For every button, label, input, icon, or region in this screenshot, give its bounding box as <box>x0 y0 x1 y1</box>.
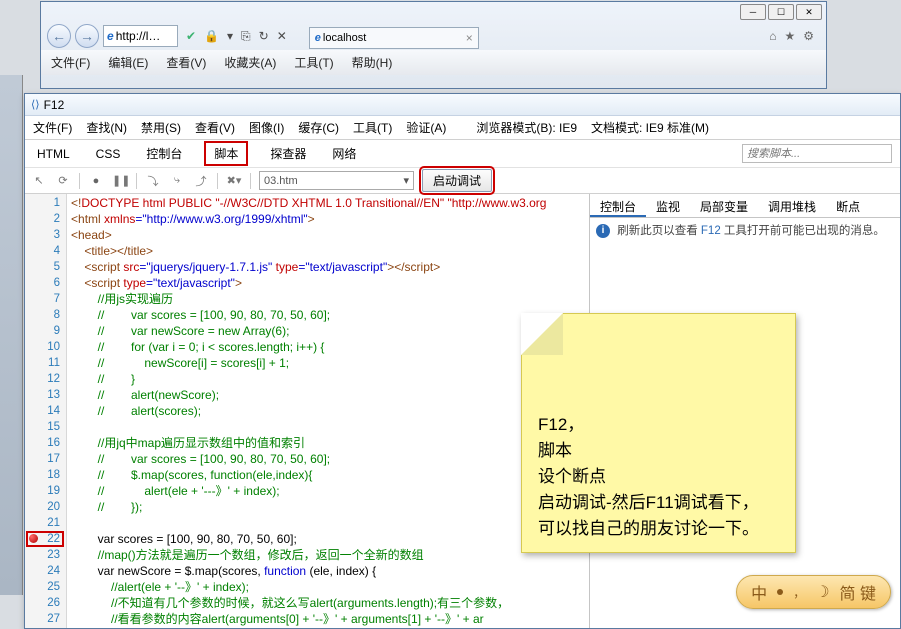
dt-menu-tools[interactable]: 工具(T) <box>353 119 392 136</box>
separator <box>79 173 80 189</box>
favorites-icon[interactable]: ★ <box>784 29 795 43</box>
dt-menu-image[interactable]: 图像(I) <box>249 119 284 136</box>
select-element-icon[interactable]: ↖ <box>31 174 47 187</box>
tab-title: localhost <box>323 32 366 44</box>
menu-edit[interactable]: 编辑(E) <box>108 54 148 71</box>
maximize-button[interactable]: ☐ <box>768 4 794 20</box>
refresh-icon[interactable]: ↻ <box>259 29 269 44</box>
separator <box>250 173 251 189</box>
ime-dot-icon: ， <box>793 584 805 601</box>
tab-script[interactable]: 脚本 <box>204 141 248 166</box>
dt-menu-find[interactable]: 查找(N) <box>86 119 127 136</box>
lock-icon[interactable]: 🔒 <box>204 29 219 44</box>
document-mode[interactable]: 文档模式: IE9 标准(M) <box>591 119 709 136</box>
stop-icon[interactable]: ✕ <box>277 29 287 44</box>
minimize-button[interactable]: ─ <box>740 4 766 20</box>
step-into-icon[interactable]: ⤷ <box>169 174 185 187</box>
note-line: 可以找自己的朋友讨论一下。 <box>538 516 785 542</box>
rtab-locals[interactable]: 局部变量 <box>690 194 758 217</box>
note-line: 脚本 <box>538 438 785 464</box>
ime-moon-icon[interactable]: ☽ <box>815 582 829 602</box>
ie-icon: e <box>107 29 114 43</box>
toolbar-right: ⌂ ★ ⚙ <box>769 29 820 43</box>
ie-window: ─ ☐ ✕ ← → e http://l… ✔ 🔒 ▾ ⎘ ↻ ✕ e loca… <box>40 1 827 89</box>
menu-file[interactable]: 文件(F) <box>51 54 90 71</box>
tab-favicon: e <box>315 32 321 44</box>
devtools-title: F12 <box>44 98 65 112</box>
dt-menu-file[interactable]: 文件(F) <box>33 119 72 136</box>
devtools-tabs: HTML CSS 控制台 脚本 探查器 网络 <box>25 140 900 168</box>
dt-menu-view[interactable]: 查看(V) <box>195 119 235 136</box>
play-icon[interactable]: ● <box>88 175 104 187</box>
annotation-note: F12， 脚本 设个断点 启动调试-然后F11调试看下， 可以找自己的朋友讨论一… <box>521 313 796 553</box>
note-line: F12， <box>538 412 785 438</box>
info-icon: i <box>596 224 610 238</box>
file-name: 03.htm <box>264 175 298 187</box>
note-line: 设个断点 <box>538 464 785 490</box>
background-strip <box>0 75 23 595</box>
address-bar[interactable]: e http://l… <box>103 25 178 47</box>
start-debug-button[interactable]: 启动调试 <box>422 169 492 192</box>
rtab-callstack[interactable]: 调用堆栈 <box>758 194 826 217</box>
separator <box>217 173 218 189</box>
note-fold <box>521 313 563 355</box>
rtab-breakpoints[interactable]: 断点 <box>826 194 870 217</box>
refresh-icon[interactable]: ⟳ <box>55 174 71 187</box>
devtools-icon: ⟨⟩ <box>31 98 40 111</box>
shield-icon[interactable]: ✔ <box>186 29 196 44</box>
ime-dot-icon <box>777 589 783 595</box>
code-pane: 1234567891011121314151617181920212223242… <box>25 194 590 628</box>
tab-bar: e localhost × <box>309 23 765 49</box>
note-line: 启动调试-然后F11调试看下， <box>538 490 785 516</box>
compat-icon[interactable]: ⎘ <box>241 29 251 44</box>
tab-html[interactable]: HTML <box>33 144 74 164</box>
menu-favorites[interactable]: 收藏夹(A) <box>224 54 276 71</box>
dt-menu-cache[interactable]: 缓存(C) <box>298 119 339 136</box>
devtools-menubar: 文件(F) 查找(N) 禁用(S) 查看(V) 图像(I) 缓存(C) 工具(T… <box>25 116 900 140</box>
browser-mode[interactable]: 浏览器模式(B): IE9 <box>476 119 577 136</box>
ie-address-row: ← → e http://l… ✔ 🔒 ▾ ⎘ ↻ ✕ e localhost … <box>41 22 826 50</box>
tab-css[interactable]: CSS <box>92 144 125 164</box>
line-gutter[interactable]: 1234567891011121314151617181920212223242… <box>25 194 67 628</box>
dt-menu-disable[interactable]: 禁用(S) <box>141 119 181 136</box>
tab-profiler[interactable]: 探查器 <box>266 142 310 165</box>
ime-mode[interactable]: 中 <box>751 580 767 604</box>
settings-gear-icon[interactable]: ⚙ <box>803 29 814 43</box>
config-icon[interactable]: ✖▾ <box>226 174 242 187</box>
menu-view[interactable]: 查看(V) <box>166 54 206 71</box>
rtab-console[interactable]: 控制台 <box>590 194 646 217</box>
devtools-titlebar: ⟨⟩ F12 <box>25 94 900 116</box>
search-script-input[interactable] <box>742 144 892 163</box>
script-toolbar: ↖ ⟳ ● ❚❚ ⤵ ⤷ ⤴ ✖▾ 03.htm ▾ 启动调试 <box>25 168 900 194</box>
menu-help[interactable]: 帮助(H) <box>352 54 393 71</box>
browser-tab[interactable]: e localhost × <box>309 27 479 49</box>
home-icon[interactable]: ⌂ <box>769 29 776 43</box>
url-text: http://l… <box>116 29 161 43</box>
tab-console[interactable]: 控制台 <box>142 142 186 165</box>
address-icons: ✔ 🔒 ▾ ⎘ ↻ ✕ <box>186 29 287 44</box>
console-message: 刷新此页以查看 F12 工具打开前可能已出现的消息。 <box>617 225 885 237</box>
step-over-icon[interactable]: ⤵ <box>145 173 161 189</box>
dt-menu-validate[interactable]: 验证(A) <box>406 119 446 136</box>
tab-close-icon[interactable]: × <box>466 31 473 45</box>
ie-titlebar: ─ ☐ ✕ <box>41 2 826 22</box>
forward-button[interactable]: → <box>75 24 99 48</box>
code-editor[interactable]: <!DOCTYPE html PUBLIC "-//W3C//DTD XHTML… <box>67 194 589 628</box>
ie-menu-bar: 文件(F) 编辑(E) 查看(V) 收藏夹(A) 工具(T) 帮助(H) <box>41 50 826 75</box>
file-dropdown[interactable]: 03.htm ▾ <box>259 171 414 190</box>
tab-network[interactable]: 网络 <box>328 142 360 165</box>
ime-keys[interactable]: 简 键 <box>840 580 876 604</box>
pause-icon[interactable]: ❚❚ <box>112 174 128 187</box>
right-pane-tabs: 控制台 监视 局部变量 调用堆栈 断点 <box>590 194 900 218</box>
chevron-down-icon: ▾ <box>403 174 409 187</box>
separator <box>136 173 137 189</box>
rtab-watch[interactable]: 监视 <box>646 194 690 217</box>
step-out-icon[interactable]: ⤴ <box>193 173 209 189</box>
ime-toolbar[interactable]: 中 ， ☽ 简 键 <box>736 575 891 609</box>
menu-tools[interactable]: 工具(T) <box>294 54 333 71</box>
dropdown-icon[interactable]: ▾ <box>227 29 233 44</box>
back-button[interactable]: ← <box>47 24 71 48</box>
close-button[interactable]: ✕ <box>796 4 822 20</box>
